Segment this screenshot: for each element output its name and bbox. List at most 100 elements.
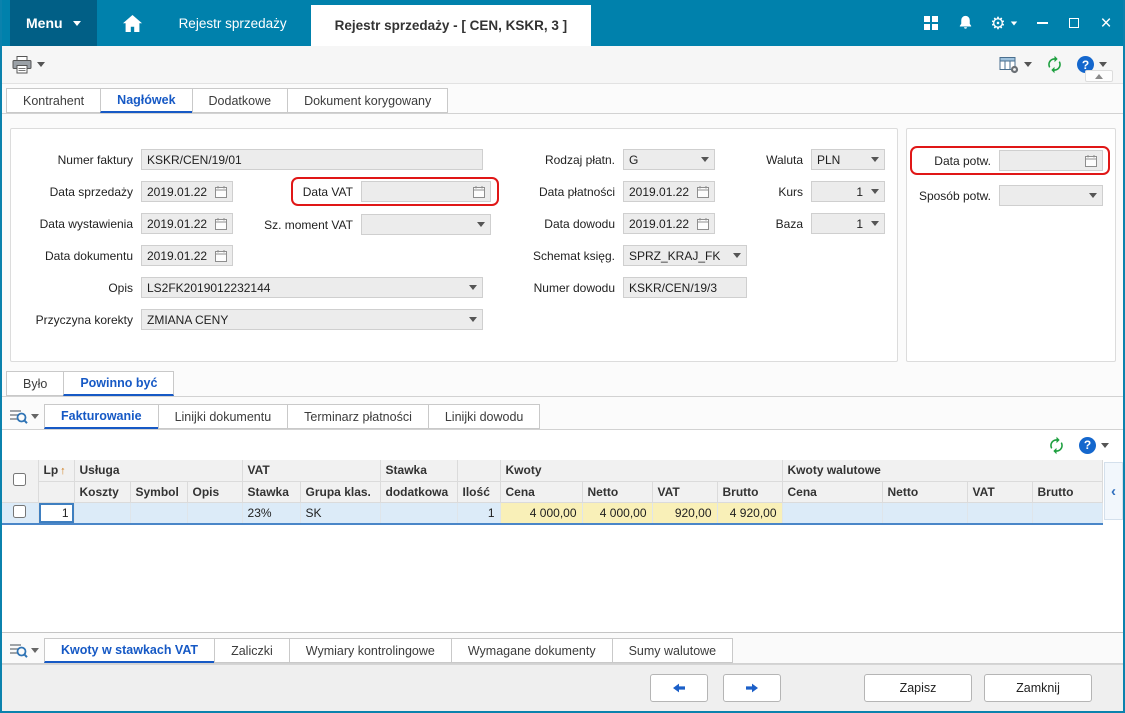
apps-button[interactable] (917, 8, 945, 38)
sz-moment-vat-combo[interactable] (361, 214, 491, 235)
cell-stawka[interactable]: 23% (242, 502, 301, 525)
kurs-combo[interactable]: 1 (811, 181, 885, 202)
col-brutto[interactable]: Brutto (717, 481, 783, 503)
col-ilosc[interactable]: Ilość (457, 481, 501, 503)
data-wystawienia-field[interactable]: 2019.01.22 (141, 213, 233, 234)
cell-symbol[interactable] (130, 502, 188, 525)
data-platnosci-field[interactable]: 2019.01.22 (623, 181, 715, 202)
cell-netto-wal[interactable] (882, 502, 968, 525)
col-netto[interactable]: Netto (582, 481, 653, 503)
line-items-grid: Lp ↑ Usługa VAT Stawka Kwoty Kwoty waluto… (2, 460, 1123, 632)
opis-combo[interactable]: LS2FK2019012232144 (141, 277, 483, 298)
view-settings-button[interactable] (999, 56, 1032, 74)
tab-sumy-walutowe[interactable]: Sumy walutowe (611, 638, 734, 663)
close-button[interactable]: × (1093, 8, 1119, 38)
print-button[interactable] (12, 55, 45, 74)
numer-faktury-field[interactable]: KSKR/CEN/19/01 (141, 149, 483, 170)
col-cena-wal[interactable]: Cena (782, 481, 883, 503)
col-koszty[interactable]: Koszty (74, 481, 131, 503)
cell-grupa-klas[interactable]: SK (300, 502, 381, 525)
maximize-button[interactable] (1061, 8, 1087, 38)
colgroup-usluga[interactable]: Usługa (74, 460, 243, 482)
tab-dokument-korygowany[interactable]: Dokument korygowany (287, 88, 449, 113)
select-all-checkbox[interactable] (13, 472, 27, 486)
cell-vat-wal[interactable] (967, 502, 1033, 525)
data-sprzedazy-field[interactable]: 2019.01.22 (141, 181, 233, 202)
home-button[interactable] (111, 0, 155, 46)
tab-wymagane-dokumenty[interactable]: Wymagane dokumenty (450, 638, 613, 663)
rodzaj-platn-combo[interactable]: G (623, 149, 715, 170)
col-symbol[interactable]: Symbol (130, 481, 188, 503)
refresh-button[interactable] (1045, 55, 1064, 74)
cell-cena-wal[interactable] (782, 502, 883, 525)
tab-dodatkowe[interactable]: Dodatkowe (191, 88, 289, 113)
colgroup-kwoty-walutowe[interactable]: Kwoty walutowe (782, 460, 1103, 482)
collapse-columns-button[interactable]: ‹ (1104, 462, 1123, 520)
tab-zaliczki[interactable]: Zaliczki (214, 638, 290, 663)
tab-fakturowanie[interactable]: Fakturowanie (44, 404, 159, 429)
grid-refresh-button[interactable] (1047, 436, 1066, 455)
tab-linijki-dokumentu[interactable]: Linijki dokumentu (157, 404, 289, 429)
row-checkbox[interactable] (13, 504, 27, 518)
window-tab-rejestr-active[interactable]: Rejestr sprzedaży - [ CEN, KSKR, 3 ] (310, 5, 592, 46)
colgroup-vat[interactable]: VAT (242, 460, 381, 482)
col-opis[interactable]: Opis (187, 481, 243, 503)
col-cena[interactable]: Cena (500, 481, 583, 503)
summary-search-button[interactable] (4, 637, 44, 663)
rodzaj-platn-label: Rodzaj płatn. (544, 152, 615, 167)
settings-button[interactable]: ⚙ (985, 8, 1023, 38)
col-lp[interactable]: Lp ↑ (38, 460, 75, 482)
cell-koszty[interactable] (74, 502, 131, 525)
cell-lp[interactable]: 1 (38, 502, 75, 525)
close-form-button[interactable]: Zamknij (984, 674, 1092, 702)
col-netto-wal[interactable]: Netto (882, 481, 968, 503)
cell-vat[interactable]: 920,00 (652, 502, 718, 525)
cell-brutto[interactable]: 4 920,00 (717, 502, 783, 525)
cell-stawka-dodatkowa[interactable] (380, 502, 458, 525)
przyczyna-korekty-combo[interactable]: ZMIANA CENY (141, 309, 483, 330)
cell-ilosc[interactable]: 1 (457, 502, 501, 525)
data-platnosci-label: Data płatności (538, 184, 615, 199)
cell-netto[interactable]: 4 000,00 (582, 502, 653, 525)
tab-wymiary-kontrolingowe[interactable]: Wymiary kontrolingowe (288, 638, 452, 663)
numer-dowodu-field[interactable]: KSKR/CEN/19/3 (623, 277, 747, 298)
col-stawka-dodatkowa[interactable]: Stawka (380, 460, 458, 482)
cell-cena[interactable]: 4 000,00 (500, 502, 583, 525)
minimize-button[interactable] (1029, 8, 1055, 38)
colgroup-kwoty[interactable]: Kwoty (500, 460, 783, 482)
col-grupa-klas[interactable]: Grupa klas. (300, 481, 381, 503)
tab-kontrahent[interactable]: Kontrahent (6, 88, 102, 113)
data-dokumentu-field[interactable]: 2019.01.22 (141, 245, 233, 266)
collapse-toolbar-button[interactable] (1085, 70, 1113, 82)
sposob-potw-combo[interactable] (999, 185, 1103, 206)
tab-linijki-dowodu[interactable]: Linijki dowodu (427, 404, 541, 429)
col-dodatkowa[interactable]: dodatkowa (380, 481, 458, 503)
tab-kwoty-w-stawkach-vat[interactable]: Kwoty w stawkach VAT (44, 638, 216, 663)
schemat-ksieg-combo[interactable]: SPRZ_KRAJ_FK (623, 245, 747, 266)
previous-record-button[interactable] (650, 674, 708, 702)
data-potw-field[interactable] (999, 150, 1103, 171)
tab-powinno-byc[interactable]: Powinno być (63, 371, 175, 396)
document-tabs: Kontrahent Nagłówek Dodatkowe Dokument k… (2, 84, 1123, 114)
data-vat-field[interactable] (361, 181, 491, 202)
save-button[interactable]: Zapisz (864, 674, 972, 702)
cell-brutto-wal[interactable] (1032, 502, 1103, 525)
data-dowodu-field[interactable]: 2019.01.22 (623, 213, 715, 234)
menu-button[interactable]: Menu (10, 0, 97, 46)
col-vat[interactable]: VAT (652, 481, 718, 503)
notifications-button[interactable] (951, 8, 979, 38)
tab-terminarz-platnosci[interactable]: Terminarz płatności (287, 404, 429, 429)
cell-opis[interactable] (187, 502, 243, 525)
baza-combo[interactable]: 1 (811, 213, 885, 234)
col-stawka[interactable]: Stawka (242, 481, 301, 503)
next-record-button[interactable] (723, 674, 781, 702)
grid-help-button[interactable]: ? (1079, 436, 1109, 454)
window-tab-rejestr[interactable]: Rejestr sprzedaży (155, 0, 311, 46)
table-row[interactable]: 1 23% SK 1 4 000,00 4 000,00 920,00 4 92… (2, 502, 1103, 525)
waluta-combo[interactable]: PLN (811, 149, 885, 170)
grid-search-button[interactable] (4, 403, 44, 429)
col-brutto-wal[interactable]: Brutto (1032, 481, 1103, 503)
col-vat-wal[interactable]: VAT (967, 481, 1033, 503)
tab-naglowek[interactable]: Nagłówek (100, 88, 193, 113)
tab-bylo[interactable]: Było (6, 371, 65, 396)
